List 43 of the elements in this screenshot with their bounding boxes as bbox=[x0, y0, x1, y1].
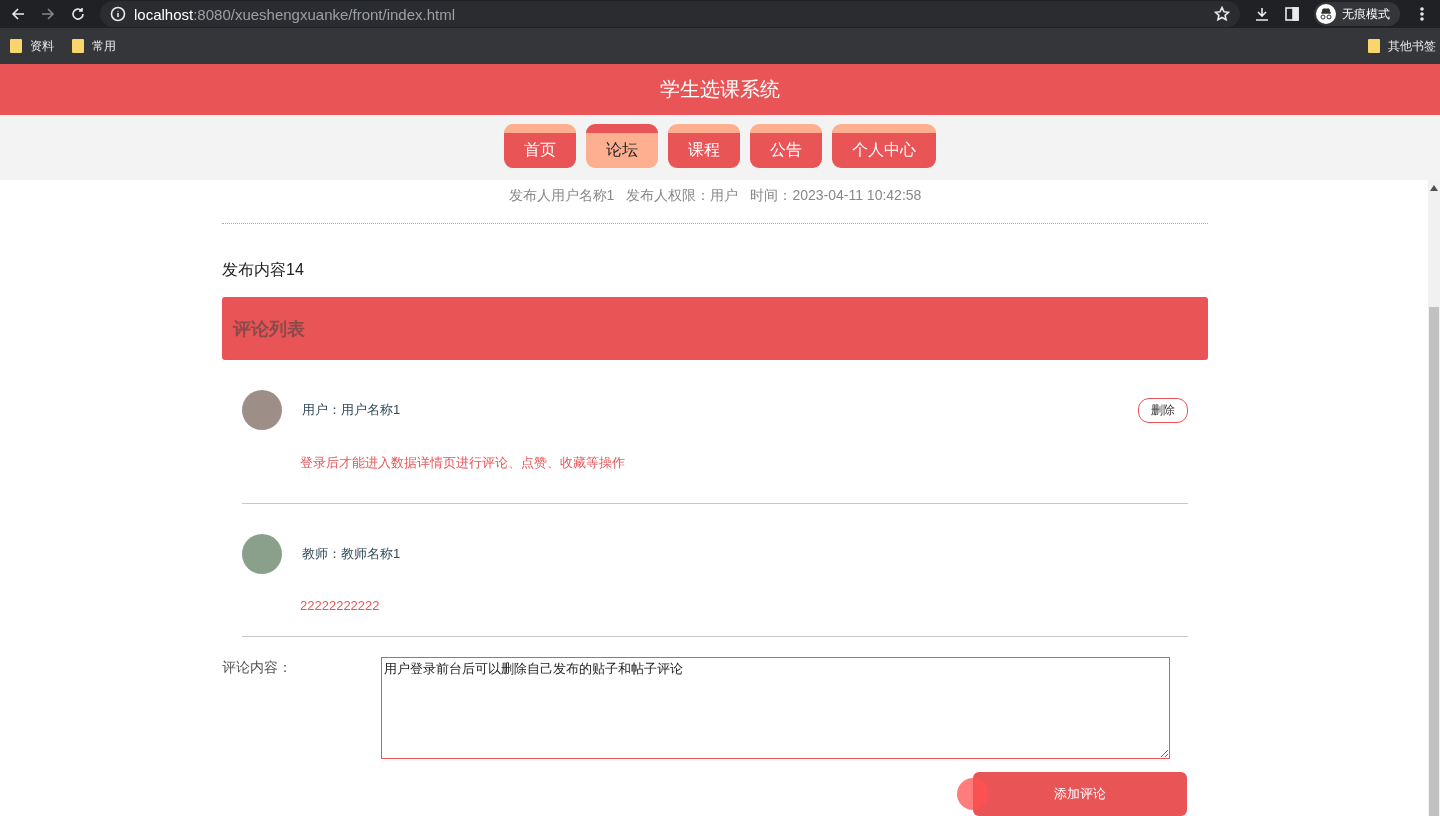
post-publisher: 发布人用户名称1 bbox=[508, 187, 615, 205]
add-comment-button[interactable]: 添加评论 bbox=[973, 772, 1187, 816]
reload-icon[interactable] bbox=[70, 6, 86, 22]
nav-tab[interactable]: 首页 bbox=[504, 124, 576, 168]
info-icon[interactable] bbox=[110, 6, 126, 22]
url-host: localhost bbox=[134, 5, 194, 23]
incognito-icon bbox=[1316, 4, 1336, 24]
scroll-up-icon[interactable] bbox=[1430, 185, 1438, 191]
comment-text: 22222222222 bbox=[300, 597, 381, 613]
comments-title: 评论列表 bbox=[233, 317, 305, 341]
comment-author: 教师：教师名称1 bbox=[302, 544, 402, 563]
comment-author: 用户：用户名称1 bbox=[302, 401, 402, 420]
nav-tab[interactable]: 公告 bbox=[750, 124, 822, 168]
comment-text: 登录后才能进入数据详情页进行评论、点赞、收藏等操作 bbox=[300, 454, 626, 473]
side-panel-icon[interactable] bbox=[1284, 6, 1300, 22]
download-icon[interactable] bbox=[1254, 6, 1270, 22]
post-time: 时间：2023-04-11 10:42:58 bbox=[750, 187, 922, 205]
bookmark-label[interactable]: 资料 bbox=[30, 37, 54, 55]
profile-button[interactable]: 无痕模式 bbox=[1314, 2, 1400, 26]
forward-icon[interactable] bbox=[40, 6, 56, 22]
folder-icon bbox=[1368, 39, 1380, 53]
star-icon[interactable] bbox=[1214, 6, 1230, 22]
bookmark-label[interactable]: 常用 bbox=[92, 37, 116, 55]
comment-input[interactable]: 用户登录前台后可以删除自己发布的贴子和帖子评论 bbox=[381, 657, 1170, 759]
post-content: 发布内容14 bbox=[222, 260, 305, 281]
bookmark-label[interactable]: 其他书签 bbox=[1388, 37, 1436, 55]
nav-tab[interactable]: 个人中心 bbox=[832, 124, 936, 168]
nav-tab[interactable]: 课程 bbox=[668, 124, 740, 168]
back-icon[interactable] bbox=[10, 6, 26, 22]
comment-label: 评论内容： bbox=[222, 658, 293, 677]
click-highlight-icon bbox=[957, 778, 989, 810]
delete-button[interactable]: 删除 bbox=[1138, 397, 1188, 423]
url-path: :8080/xueshengxuanke/front/index.html bbox=[193, 5, 456, 23]
nav-tab[interactable]: 论坛 bbox=[586, 124, 658, 168]
avatar bbox=[242, 533, 282, 574]
scrollbar[interactable] bbox=[1428, 180, 1440, 816]
address-bar[interactable]: localhost:8080/xueshengxuanke/front/index.html bbox=[100, 1, 1240, 27]
post-permission: 发布人权限：用户 bbox=[626, 187, 739, 205]
scrollbar-thumb[interactable] bbox=[1429, 307, 1439, 816]
folder-icon bbox=[72, 39, 84, 53]
folder-icon bbox=[10, 39, 22, 53]
site-title: 学生选课系统 bbox=[660, 77, 780, 102]
avatar bbox=[242, 390, 282, 431]
